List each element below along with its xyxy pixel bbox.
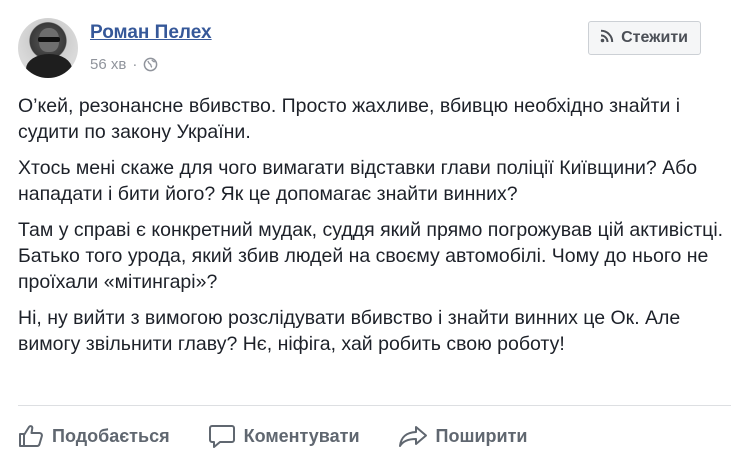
post-paragraph: Там у справі є конкретний мудак, суддя я… (18, 219, 724, 293)
post-header: Роман Пелех 56 хв · Стежити (18, 18, 731, 80)
post-meta: 56 хв · (90, 56, 158, 73)
comment-label: Коментувати (243, 425, 360, 446)
rss-icon (599, 28, 615, 49)
facebook-post: Роман Пелех 56 хв · Стежити О’кей, резон… (0, 0, 749, 468)
share-label: Поширити (435, 425, 528, 446)
comment-button[interactable]: Коментувати (208, 423, 360, 449)
post-timestamp[interactable]: 56 хв (90, 56, 126, 73)
avatar-sunglasses (38, 37, 60, 42)
share-button[interactable]: Поширити (398, 424, 528, 448)
post-paragraph: О’кей, резонансне вбивство. Просто жахли… (18, 95, 681, 143)
actions-divider (18, 405, 731, 406)
meta-separator: · (132, 56, 138, 73)
post-paragraph: Хтось мені скаже для чого вимагати відст… (18, 157, 698, 205)
like-label: Подобається (52, 425, 170, 446)
thumbs-up-icon (18, 424, 44, 448)
follow-label: Стежити (621, 29, 688, 46)
globe-icon[interactable] (143, 57, 158, 72)
avatar-body (26, 54, 72, 78)
post-actions-bar: Подобається Коментувати Поширити (18, 418, 565, 454)
comment-bubble-icon (208, 423, 236, 449)
share-arrow-icon (398, 424, 428, 448)
post-paragraph: Ні, ну вийти з вимогою розслідувати вбив… (18, 307, 681, 355)
author-name-link[interactable]: Роман Пелех (90, 22, 212, 44)
avatar[interactable] (18, 18, 78, 78)
follow-button[interactable]: Стежити (588, 21, 701, 55)
like-button[interactable]: Подобається (18, 424, 170, 448)
post-text: О’кей, резонансне вбивство. Просто жахли… (18, 93, 733, 367)
